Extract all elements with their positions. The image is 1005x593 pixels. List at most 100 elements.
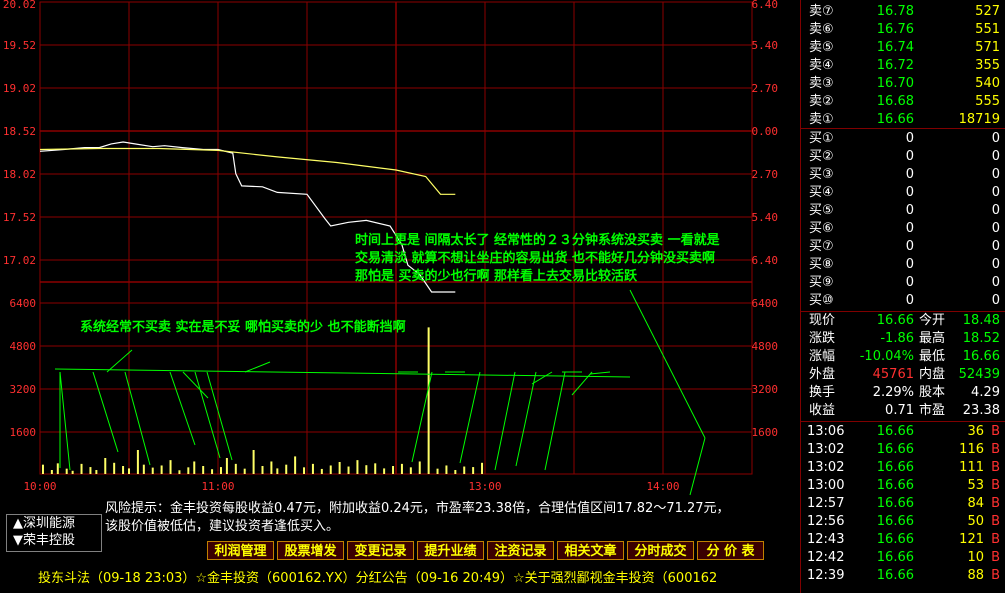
price-table-button[interactable]: 分 价 表: [697, 541, 764, 560]
bid-row: 买① 0 0: [801, 130, 1005, 148]
issue-button[interactable]: 股票增发: [277, 541, 344, 560]
price-tick-label: 20.02: [3, 0, 36, 11]
trade-price: 16.66: [876, 568, 914, 583]
stat-value: -10.04%: [859, 349, 914, 364]
ask-volume: 571: [975, 40, 1000, 55]
stat-label: 最高: [919, 331, 946, 346]
pct-tick-label: 2.70: [752, 168, 779, 181]
bid-volume: 0: [991, 293, 1000, 308]
improve-button[interactable]: 提升业绩: [417, 541, 484, 560]
bid-row: 买⑤ 0 0: [801, 202, 1005, 220]
stat-label: 外盘: [809, 367, 836, 382]
trade-side: B: [991, 514, 1000, 529]
stat-label: 涨幅: [809, 349, 836, 364]
trade-time: 12:39: [807, 568, 845, 583]
ask-price: 16.72: [876, 58, 914, 73]
pct-tick-label: 5.40: [752, 39, 779, 52]
up-stock[interactable]: ▲深圳能源: [13, 515, 101, 532]
ask-label: 卖③: [809, 76, 834, 91]
trade-volume: 121: [959, 532, 984, 547]
risk-notice: 风险提示：金丰投资每股收益0.47元，附加收益0.24元，市盈率23.38倍，合…: [105, 500, 795, 536]
bid-volume: 0: [991, 203, 1000, 218]
bid-label: 买⑧: [809, 257, 834, 272]
bid-label: 买⑨: [809, 275, 834, 290]
time-tick-label: 14:00: [646, 480, 679, 493]
trade-time: 12:57: [807, 496, 845, 511]
stat-label: 内盘: [919, 367, 946, 382]
ask-label: 卖①: [809, 112, 834, 127]
trade-row: 13:02 16.66 111 B: [801, 459, 1005, 477]
stat-label: 收益: [809, 403, 836, 418]
articles-button[interactable]: 相关文章: [557, 541, 624, 560]
trade-time: 13:00: [807, 478, 845, 493]
bid-price: 0: [905, 131, 914, 146]
trade-time: 12:43: [807, 532, 845, 547]
bid-volume: 0: [991, 167, 1000, 182]
bid-label: 买②: [809, 149, 834, 164]
ask-volume: 18719: [958, 112, 1000, 127]
trade-price: 16.66: [876, 424, 914, 439]
bid-price: 0: [905, 221, 914, 236]
trade-row: 12:42 16.66 10 B: [801, 549, 1005, 567]
ask-label: 卖⑦: [809, 4, 834, 19]
stat-value: 16.66: [962, 349, 1000, 364]
volume-tick-label: 1600: [10, 426, 37, 439]
stat-row: 涨跌 -1.86 最高 18.52: [801, 330, 1005, 348]
bid-price: 0: [905, 239, 914, 254]
trade-time: 13:02: [807, 460, 845, 475]
injection-button[interactable]: 注资记录: [487, 541, 554, 560]
annotation-line: [629, 289, 706, 439]
trade-price: 16.66: [876, 550, 914, 565]
annotation-line: [689, 437, 706, 496]
stat-value: 16.66: [876, 313, 914, 328]
bid-label: 买⑥: [809, 221, 834, 236]
trade-side: B: [991, 460, 1000, 475]
annotation-line: [494, 371, 516, 471]
trade-time: 13:06: [807, 424, 845, 439]
news-ticker[interactable]: 投东斗法（09-18 23:03）☆金丰投资（600162.YX）分红公告（09…: [0, 568, 800, 590]
bid-row: 买⑨ 0 0: [801, 274, 1005, 292]
bid-label: 买①: [809, 131, 834, 146]
change-record-button[interactable]: 变更记录: [347, 541, 414, 560]
ask-label: 卖②: [809, 94, 834, 109]
trade-volume: 50: [967, 514, 984, 529]
trade-volume: 53: [967, 478, 984, 493]
ask-row: 卖② 16.68 555: [801, 93, 1005, 111]
trade-price: 16.66: [876, 496, 914, 511]
profit-button[interactable]: 利润管理: [207, 541, 274, 560]
ask-volume: 540: [975, 76, 1000, 91]
annotation-line: [244, 361, 271, 373]
ask-volume: 555: [975, 94, 1000, 109]
pct-tick-label: 6.40: [752, 254, 779, 267]
stat-label: 今开: [919, 313, 946, 328]
bid-price: 0: [905, 257, 914, 272]
bid-label: 买④: [809, 185, 834, 200]
bid-volume: 0: [991, 239, 1000, 254]
top-annotation-line: 时间上更是 间隔太长了 经常性的２３分钟系统没买卖 一看就是: [355, 233, 720, 248]
time-tick-label: 11:00: [201, 480, 234, 493]
stat-row: 现价 16.66 今开 18.48: [801, 312, 1005, 330]
annotation-line: [194, 371, 221, 459]
volume-tick-label: 3200: [10, 383, 37, 396]
annotation-line: [571, 371, 593, 396]
stat-row: 换手 2.29% 股本 4.29: [801, 384, 1005, 402]
tick-trades-button[interactable]: 分时成交: [627, 541, 694, 560]
trade-side: B: [991, 568, 1000, 583]
bid-price: 0: [905, 167, 914, 182]
price-tick-label: 19.02: [3, 82, 36, 95]
ask-row: 卖⑤ 16.74 571: [801, 39, 1005, 57]
stat-value: 2.29%: [872, 385, 914, 400]
trade-row: 12:43 16.66 121 B: [801, 531, 1005, 549]
stat-row: 收益 0.71 市盈 23.38: [801, 402, 1005, 420]
bid-price: 0: [905, 293, 914, 308]
ask-row: 卖① 16.66 18719: [801, 111, 1005, 129]
trade-volume: 36: [967, 424, 984, 439]
trade-price: 16.66: [876, 442, 914, 457]
related-stocks[interactable]: ▲深圳能源 ▼荣丰控股: [6, 514, 102, 552]
down-stock[interactable]: ▼荣丰控股: [13, 532, 101, 549]
bid-row: 买⑧ 0 0: [801, 256, 1005, 274]
ask-price: 16.78: [876, 4, 914, 19]
ask-price: 16.74: [876, 40, 914, 55]
trade-price: 16.66: [876, 460, 914, 475]
stat-label: 换手: [809, 385, 836, 400]
